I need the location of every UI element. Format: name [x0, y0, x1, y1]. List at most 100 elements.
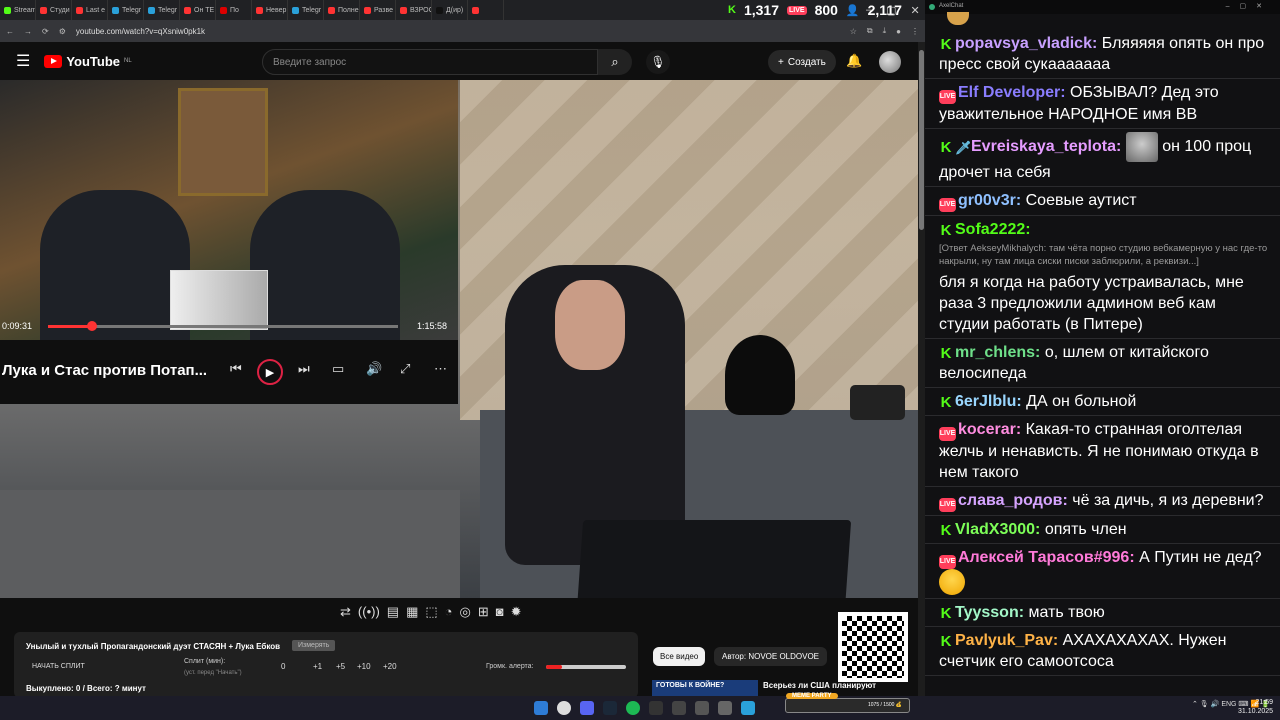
chat-username[interactable]: Tyysson:	[955, 604, 1024, 621]
forward-icon[interactable]: →	[24, 27, 32, 36]
search-input[interactable]: Введите запрос	[262, 49, 598, 75]
chat-window-controls[interactable]: –▢✕	[1226, 2, 1272, 10]
tab-label: Telegr	[302, 6, 322, 14]
browser-tab[interactable]: Telegr	[288, 0, 324, 20]
spotify-icon[interactable]	[626, 701, 640, 715]
browser-tab[interactable]: Telegr	[144, 0, 180, 20]
voice-search-icon[interactable]: 🎙	[646, 50, 670, 74]
discord-icon[interactable]	[580, 701, 594, 715]
clip-icon[interactable]: ▦	[406, 604, 418, 620]
chat-username[interactable]: слава_родов:	[958, 492, 1068, 509]
chat-username[interactable]: 6erJlblu:	[955, 393, 1022, 410]
windows-start-icon[interactable]	[534, 701, 548, 715]
chat-username[interactable]: VladX3000:	[955, 521, 1040, 538]
browser-tab[interactable]: Разве	[360, 0, 396, 20]
timer-icon[interactable]: ◔	[445, 604, 453, 620]
browser-tab[interactable]	[468, 0, 504, 20]
browser-tab[interactable]: Невер	[252, 0, 288, 20]
browser-tab[interactable]: Он ТЕ	[180, 0, 216, 20]
menu-icon[interactable]: ⋮	[911, 27, 919, 36]
split-value-button[interactable]: +10	[357, 662, 371, 671]
recommended-thumbnail[interactable]: ГОТОВЫ К ВОЙНЕ?	[652, 680, 758, 696]
miniplayer-title[interactable]: Лука и Стас против Потап...	[2, 362, 207, 379]
resize-icon[interactable]: ⬚	[425, 604, 437, 620]
profile-icon[interactable]: ●	[896, 27, 901, 36]
site-info-icon[interactable]: ⚙	[59, 27, 66, 36]
browser-tab[interactable]: ВЗРОС	[396, 0, 432, 20]
chat-username[interactable]: Pavlyuk_Pav:	[955, 632, 1058, 649]
miniplayer-video[interactable]	[0, 80, 458, 340]
tab-label: Telegr	[158, 6, 178, 14]
chat-username[interactable]: kocerar:	[958, 421, 1021, 438]
search-button[interactable]: ⌕	[598, 49, 632, 75]
chrome-icon[interactable]	[557, 701, 571, 715]
browser-tab[interactable]: Telegr	[108, 0, 144, 20]
hamburger-menu-icon[interactable]: ☰	[16, 51, 30, 71]
previous-icon[interactable]: ⏮	[230, 361, 242, 377]
kick-badge-icon: K	[940, 222, 952, 239]
browser-tab[interactable]: Студи	[36, 0, 72, 20]
scrollbar-thumb[interactable]	[919, 50, 924, 230]
url-field[interactable]: youtube.com/watch?v=qXsniw0pk1k	[76, 27, 840, 36]
obs-icon[interactable]	[649, 701, 663, 715]
app-icon[interactable]	[672, 701, 686, 715]
create-button[interactable]: + Создать	[768, 50, 836, 74]
browser-tab[interactable]: Д(ир)	[432, 0, 468, 20]
speed-icon[interactable]: ◎	[460, 604, 471, 620]
seek-bar[interactable]	[48, 321, 398, 331]
extensions-icon[interactable]: ⧉	[867, 26, 873, 36]
clock[interactable]: 21:59 31.10.2025	[1238, 698, 1273, 716]
download-icon[interactable]: ⤓	[883, 26, 887, 36]
maximize-icon[interactable]: ▢	[886, 4, 896, 17]
next-icon[interactable]: ⏭	[298, 361, 310, 377]
chat-username[interactable]: Evreiskaya_teplota:	[971, 138, 1121, 155]
bookmark-star-icon[interactable]: ☆	[850, 27, 857, 36]
more-options-icon[interactable]: ⋯	[434, 361, 447, 377]
split-value-button[interactable]: +5	[336, 662, 345, 671]
split-value-button[interactable]: +1	[313, 662, 322, 671]
browser-tab[interactable]: Полне	[324, 0, 360, 20]
steam-icon[interactable]	[603, 701, 617, 715]
alert-volume-slider[interactable]	[546, 665, 626, 669]
chat-username[interactable]: Алексей Тарасов#996:	[958, 549, 1135, 566]
chat-username[interactable]: mr_chlens:	[955, 344, 1040, 361]
subtitles-icon[interactable]: ▭	[332, 361, 344, 377]
settings-gear-icon[interactable]: ✹	[511, 604, 522, 620]
all-videos-chip[interactable]: Все видео	[653, 647, 706, 666]
play-button[interactable]: ▶	[257, 359, 283, 385]
back-icon[interactable]: ←	[6, 27, 14, 36]
screenshot-icon[interactable]: ▤	[387, 604, 399, 620]
avatar[interactable]	[879, 51, 901, 73]
expand-icon[interactable]: ⤢	[400, 361, 410, 377]
volume-icon[interactable]: 🔊	[366, 361, 382, 377]
split-value-button[interactable]: 0	[281, 662, 285, 671]
split-value-button[interactable]: +20	[383, 662, 397, 671]
miniplayer[interactable]: 0:09:31 1:15:58 Лука и Стас против Потап…	[0, 80, 458, 404]
author-chip[interactable]: Автор: NOVOE OLDOVOE	[714, 647, 828, 666]
chat-username[interactable]: Sofa2222:	[955, 221, 1031, 238]
telegram-icon[interactable]	[741, 701, 755, 715]
app-icon[interactable]	[695, 701, 709, 715]
add-clip-icon[interactable]: ⊞	[478, 604, 489, 620]
kick-icon: K	[728, 4, 736, 16]
browser-tab[interactable]: Stream	[0, 0, 36, 20]
page-scrollbar[interactable]	[918, 42, 925, 696]
minimize-icon[interactable]: –	[866, 4, 872, 16]
panel-button[interactable]: Измерять	[292, 640, 336, 651]
loop-icon[interactable]: ⇄	[340, 604, 351, 620]
broadcast-icon[interactable]: ((•))	[358, 604, 380, 620]
youtube-logo[interactable]: YouTube NL	[44, 54, 132, 69]
app-icon[interactable]	[718, 701, 732, 715]
recommended-title[interactable]: Всерьез ли США планируют	[763, 681, 876, 690]
start-split-button[interactable]: НАЧАТЬ СПЛИТ	[32, 663, 85, 670]
reload-icon[interactable]: ⟳	[42, 27, 49, 36]
camera-icon[interactable]: ◙	[496, 604, 504, 620]
chat-username[interactable]: popavsya_vladick:	[955, 35, 1097, 52]
tab-favicon-icon	[184, 6, 191, 14]
chat-username[interactable]: gr00v3r:	[958, 192, 1021, 209]
close-icon[interactable]: ✕	[911, 4, 920, 17]
notifications-bell-icon[interactable]: 🔔	[846, 53, 862, 69]
browser-tab[interactable]: По	[216, 0, 252, 20]
chat-username[interactable]: Elf Developer:	[958, 84, 1066, 101]
browser-tab[interactable]: Last e	[72, 0, 108, 20]
